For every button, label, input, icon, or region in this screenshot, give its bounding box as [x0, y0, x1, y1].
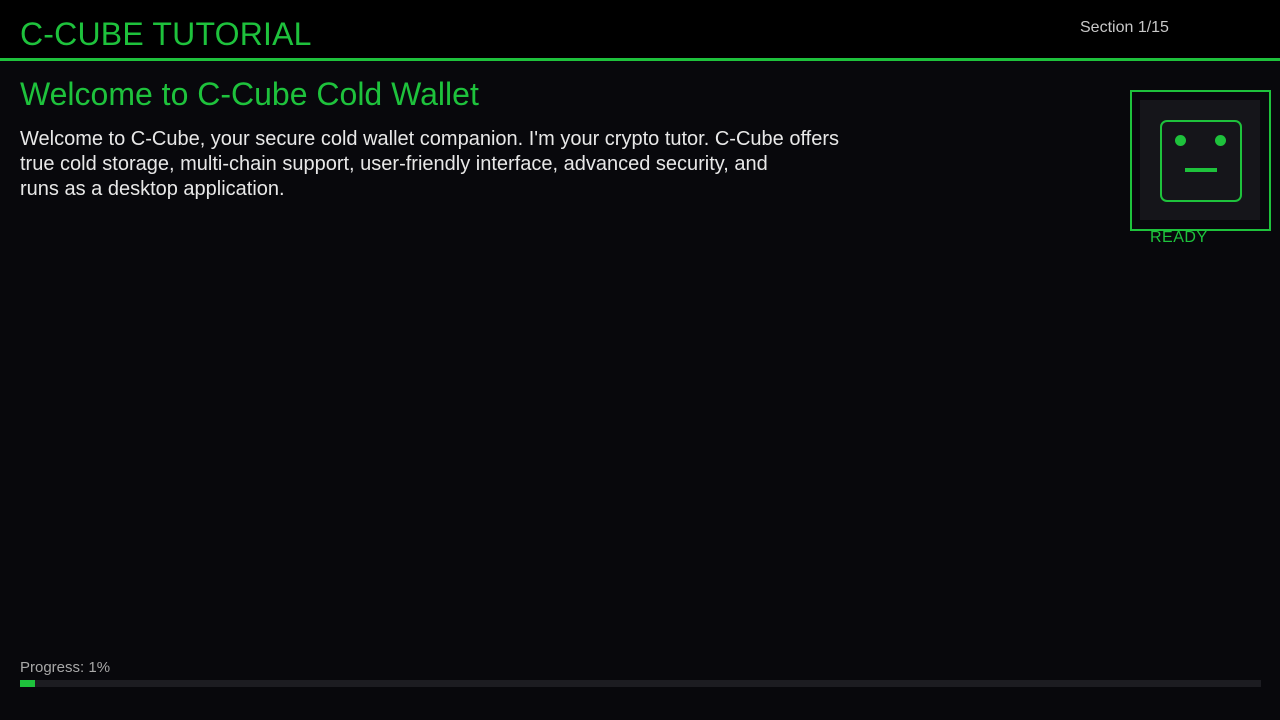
avatar-background [1140, 100, 1260, 220]
progress-bar [20, 680, 1261, 687]
body-line: Welcome to C-Cube, your secure cold wall… [20, 128, 839, 150]
tutor-avatar [1130, 90, 1271, 231]
section-indicator: Section 1/15 [1080, 19, 1169, 36]
progress-fill [20, 680, 35, 687]
progress-label: Progress: 1% [20, 659, 111, 676]
body-line: runs as a desktop application. [20, 178, 285, 200]
left-eye [1175, 135, 1186, 146]
body-line: true cold storage, multi-chain support, … [20, 153, 768, 175]
header-bar: C-CUBE TUTORIAL Section 1/15 [0, 0, 1280, 61]
app-title: C-CUBE TUTORIAL [20, 16, 312, 52]
section-title: Welcome to C-Cube Cold Wallet [20, 76, 479, 112]
tutorial-app: C-CUBE TUTORIAL Section 1/15 Welcome to … [0, 0, 1280, 720]
section-body: Welcome to C-Cube, your secure cold wall… [20, 127, 870, 202]
robot-face-icon [1160, 120, 1242, 202]
right-eye [1215, 135, 1226, 146]
mouth [1185, 168, 1217, 172]
avatar-status: READY [1150, 229, 1208, 246]
